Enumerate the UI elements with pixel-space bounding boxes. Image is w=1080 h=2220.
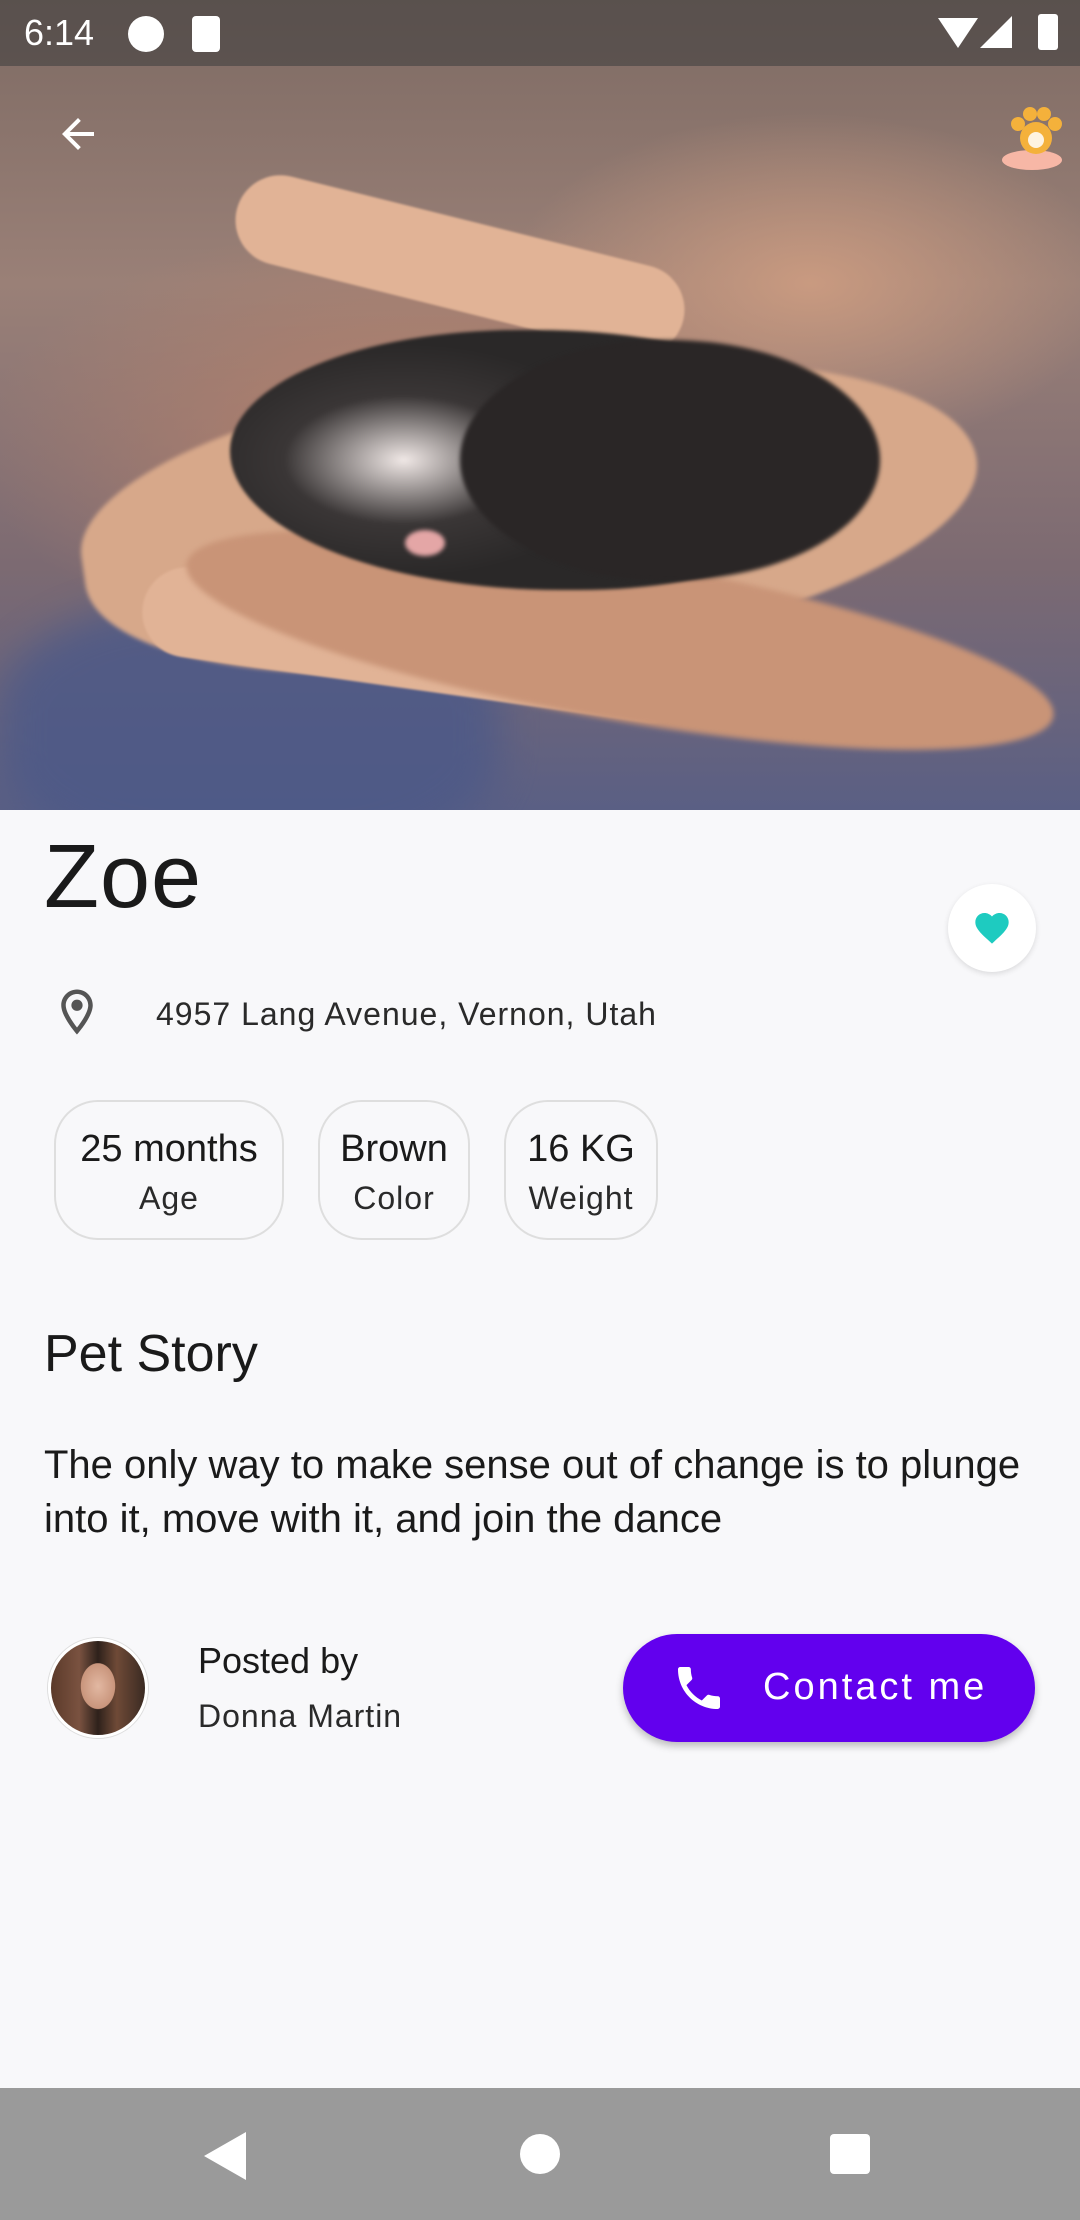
arrow-back-icon bbox=[62, 118, 94, 150]
battery-icon bbox=[1038, 14, 1058, 50]
phone-icon bbox=[678, 1667, 720, 1709]
chip-value: 16 KG bbox=[527, 1128, 635, 1170]
pet-address: 4957 Lang Avenue, Vernon, Utah bbox=[156, 996, 657, 1032]
chip-label: Age bbox=[139, 1180, 199, 1216]
age-chip: 25 months Age bbox=[54, 1100, 284, 1240]
signal-icon bbox=[980, 16, 1012, 48]
contact-me-button[interactable]: Contact me bbox=[623, 1634, 1035, 1742]
heart-icon bbox=[975, 913, 1009, 944]
location-pin-icon bbox=[61, 989, 93, 1035]
back-button[interactable] bbox=[40, 96, 116, 172]
story-line: The only way to make sense out of change… bbox=[44, 1443, 1021, 1487]
chip-value: Brown bbox=[340, 1128, 448, 1170]
nav-recents-icon[interactable] bbox=[830, 2134, 870, 2174]
story-text: The only way to make sense out of change… bbox=[44, 1438, 1080, 1546]
posted-by-label: Posted by bbox=[198, 1640, 359, 1681]
contact-me-label: Contact me bbox=[763, 1666, 988, 1708]
poster-name: Donna Martin bbox=[198, 1698, 403, 1734]
system-nav-bar bbox=[0, 2088, 1080, 2220]
nav-home-icon[interactable] bbox=[520, 2134, 560, 2174]
status-time: 6:14 bbox=[24, 12, 95, 53]
pet-name: Zoe bbox=[44, 827, 203, 927]
chip-label: Color bbox=[353, 1180, 435, 1216]
story-title: Pet Story bbox=[44, 1325, 258, 1383]
wifi-icon bbox=[938, 18, 978, 48]
notification-icon bbox=[128, 16, 164, 52]
favorite-button[interactable] bbox=[948, 884, 1036, 972]
chip-value: 25 months bbox=[80, 1128, 258, 1170]
paw-hand-logo-icon bbox=[1002, 107, 1062, 170]
status-bar: 6:14 bbox=[0, 0, 1080, 66]
color-chip: Brown Color bbox=[318, 1100, 470, 1240]
pet-photo bbox=[0, 0, 1080, 810]
avatar bbox=[48, 1638, 148, 1738]
weight-chip: 16 KG Weight bbox=[504, 1100, 658, 1240]
sd-card-icon bbox=[192, 16, 220, 52]
nav-back-icon[interactable] bbox=[204, 2132, 246, 2180]
chip-label: Weight bbox=[528, 1180, 634, 1216]
story-line: into it, move with it, and join the danc… bbox=[44, 1497, 723, 1541]
